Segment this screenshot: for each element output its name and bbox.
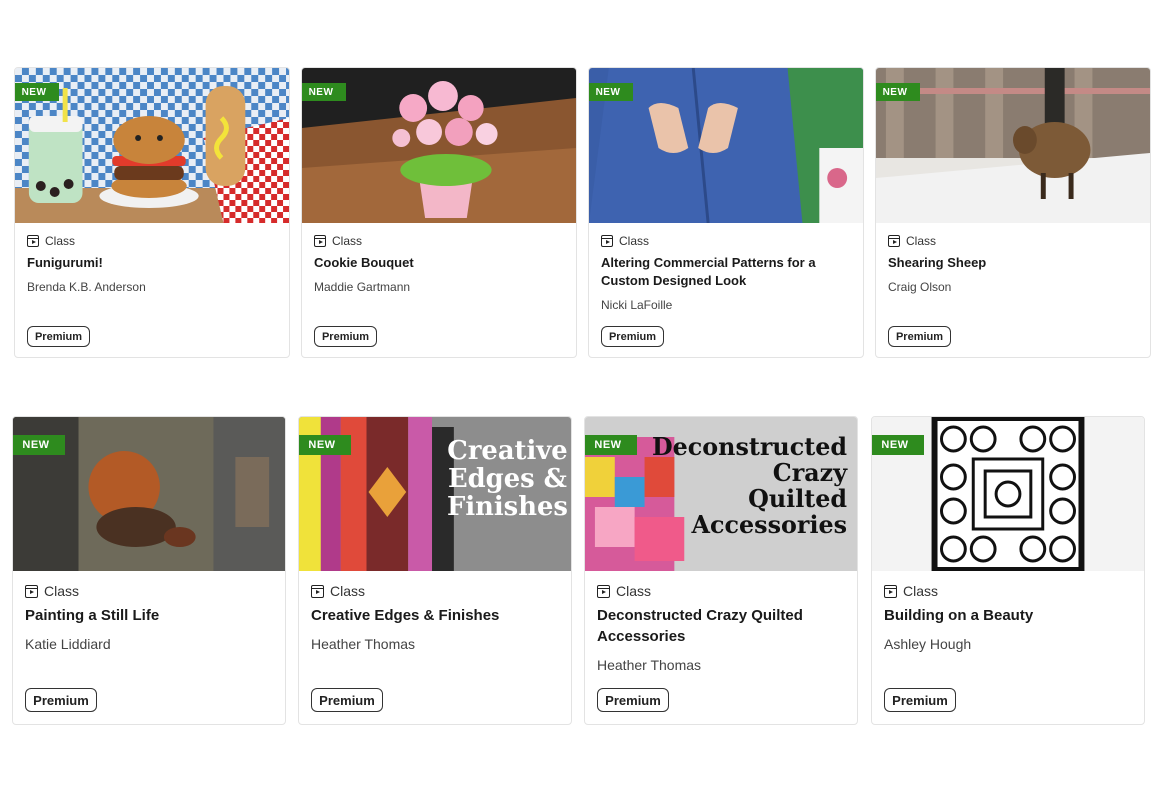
content-type: Class bbox=[311, 583, 365, 599]
image-heading-line: Accessories bbox=[691, 511, 848, 539]
content-type: Class bbox=[888, 234, 936, 248]
new-badge: NEW bbox=[585, 435, 637, 455]
content-type-label: Class bbox=[903, 583, 939, 599]
content-type-label: Class bbox=[616, 583, 652, 599]
class-card[interactable]: NEW Class Funigurumi! Brenda K.B. Anders… bbox=[14, 67, 290, 358]
new-badge: NEW bbox=[589, 83, 633, 101]
content-type: Class bbox=[314, 234, 362, 248]
content-type: Class bbox=[601, 234, 649, 248]
premium-tag: Premium bbox=[314, 326, 377, 347]
content-type-label: Class bbox=[44, 583, 80, 599]
class-author: Nicki LaFoille bbox=[601, 298, 673, 312]
content-type-label: Class bbox=[330, 583, 366, 599]
video-class-icon bbox=[25, 584, 38, 598]
content-type-label: Class bbox=[45, 234, 76, 248]
class-card[interactable]: Creative Edges & Finishes NEW Class Crea… bbox=[298, 416, 572, 725]
premium-tag: Premium bbox=[311, 688, 383, 712]
new-badge: NEW bbox=[876, 83, 920, 101]
class-title[interactable]: Cookie Bouquet bbox=[314, 254, 564, 272]
new-badge: NEW bbox=[302, 83, 346, 101]
video-class-icon bbox=[314, 235, 326, 247]
premium-tag: Premium bbox=[25, 688, 97, 712]
new-badge: NEW bbox=[15, 83, 59, 101]
image-heading-line: Creative bbox=[447, 436, 567, 466]
class-title[interactable]: Funigurumi! bbox=[27, 254, 277, 272]
image-heading-line: Deconstructed bbox=[652, 433, 847, 461]
video-class-icon bbox=[311, 584, 324, 598]
class-card[interactable]: NEW Class Cookie Bouquet Maddie Gartmann… bbox=[301, 67, 577, 358]
content-type: Class bbox=[27, 234, 75, 248]
class-title[interactable]: Shearing Sheep bbox=[888, 254, 1138, 272]
class-title[interactable]: Creative Edges & Finishes bbox=[311, 605, 559, 626]
content-type: Class bbox=[25, 583, 79, 599]
video-class-icon bbox=[27, 235, 39, 247]
video-class-icon bbox=[601, 235, 613, 247]
class-card[interactable]: NEW Class Painting a Still Life Katie Li… bbox=[12, 416, 286, 725]
video-class-icon bbox=[884, 584, 897, 598]
premium-tag: Premium bbox=[888, 326, 951, 347]
content-type-label: Class bbox=[619, 234, 650, 248]
class-title[interactable]: Deconstructed Crazy Quilted Accessories bbox=[597, 605, 845, 647]
video-class-icon bbox=[888, 235, 900, 247]
class-card[interactable]: Deconstructed Crazy Quilted Accessories … bbox=[584, 416, 858, 725]
class-card[interactable]: NEW Class Shearing Sheep Craig Olson Pre… bbox=[875, 67, 1151, 358]
premium-tag: Premium bbox=[884, 688, 956, 712]
content-type-label: Class bbox=[906, 234, 937, 248]
image-heading-line: Quilted bbox=[748, 485, 847, 513]
content-type: Class bbox=[884, 583, 938, 599]
class-author: Heather Thomas bbox=[311, 636, 416, 652]
class-title[interactable]: Painting a Still Life bbox=[25, 605, 273, 626]
class-author: Ashley Hough bbox=[884, 636, 972, 652]
new-badge: NEW bbox=[13, 435, 65, 455]
image-heading-line: Edges & bbox=[448, 464, 567, 494]
class-title[interactable]: Altering Commercial Patterns for a Custo… bbox=[601, 254, 851, 290]
class-author: Brenda K.B. Anderson bbox=[27, 280, 146, 294]
class-card[interactable]: NEW Class Building on a Beauty Ashley Ho… bbox=[871, 416, 1145, 725]
image-heading-line: Crazy bbox=[773, 459, 848, 487]
class-author: Katie Liddiard bbox=[25, 636, 111, 652]
content-type-label: Class bbox=[332, 234, 363, 248]
class-card[interactable]: NEW Class Altering Commercial Patterns f… bbox=[588, 67, 864, 358]
content-type: Class bbox=[597, 583, 651, 599]
video-class-icon bbox=[597, 584, 610, 598]
class-author: Craig Olson bbox=[888, 280, 952, 294]
new-badge: NEW bbox=[299, 435, 351, 455]
premium-tag: Premium bbox=[601, 326, 664, 347]
image-heading-line: Finishes bbox=[447, 492, 568, 522]
class-author: Maddie Gartmann bbox=[314, 280, 411, 294]
class-title[interactable]: Building on a Beauty bbox=[884, 605, 1132, 626]
premium-tag: Premium bbox=[27, 326, 90, 347]
premium-tag: Premium bbox=[597, 688, 669, 712]
class-author: Heather Thomas bbox=[597, 657, 702, 673]
new-badge: NEW bbox=[872, 435, 924, 455]
